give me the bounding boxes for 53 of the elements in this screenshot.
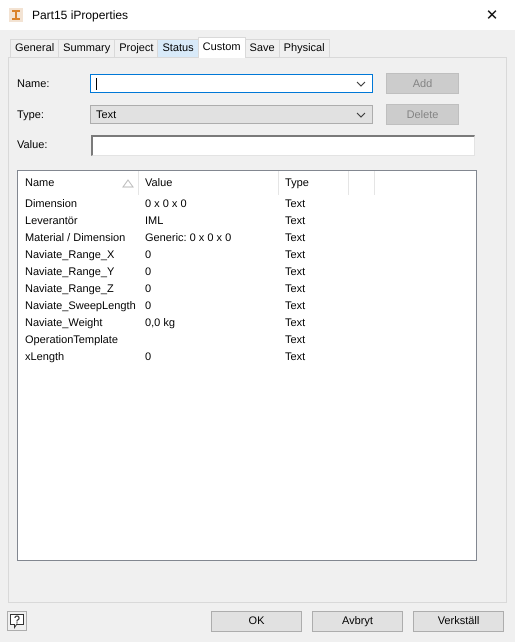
table-cell: 0,0 kg (145, 316, 175, 328)
table-cell: Text (285, 198, 306, 210)
table-cell: Text (285, 266, 306, 278)
name-combo-box[interactable] (90, 74, 373, 93)
table-cell: Text (285, 334, 306, 346)
help-button[interactable] (7, 611, 27, 631)
table-cell: OperationTemplate (25, 334, 118, 346)
table-cell: Naviate_Range_X (25, 248, 114, 260)
table-cell: Naviate_Weight (25, 316, 102, 328)
table-cell: Text (285, 300, 306, 312)
tab[interactable]: General (10, 39, 60, 57)
dialog-button[interactable]: Verkställ (413, 610, 504, 632)
column-header[interactable]: Value (139, 171, 279, 195)
table-cell: IML (145, 214, 164, 226)
type-dropdown[interactable]: Text (90, 105, 373, 124)
table-cell: Text (285, 214, 306, 226)
value-field[interactable] (91, 134, 475, 156)
table-cell: 0 (145, 300, 152, 312)
text-cursor (96, 78, 97, 90)
chevron-down-icon (356, 112, 366, 118)
chevron-down-icon (356, 80, 366, 86)
field-label: Name: (17, 78, 50, 90)
table-cell: 0 x 0 x 0 (145, 198, 187, 210)
field-label: Value: (17, 139, 48, 151)
table-cell: Generic: 0 x 0 x 0 (145, 232, 232, 244)
tab[interactable]: Status (157, 39, 199, 57)
tab[interactable]: Custom (198, 37, 246, 58)
table-cell: Text (285, 350, 306, 362)
help-icon (9, 613, 25, 629)
table-cell: Material / Dimension (25, 232, 126, 244)
table-cell: Naviate_SweepLength (25, 300, 136, 312)
column-header[interactable]: Type (279, 171, 349, 195)
table-cell: 0 (145, 248, 152, 260)
tab[interactable]: Physical (278, 39, 330, 57)
table-cell: Naviate_Range_Y (25, 266, 114, 278)
close-button[interactable]: ✕ (469, 0, 515, 30)
table-cell: Text (285, 248, 306, 260)
table-cell: Text (285, 232, 306, 244)
app-icon (8, 7, 24, 23)
table-cell: 0 (145, 266, 152, 278)
table-cell: 0 (145, 282, 152, 294)
table-cell: Naviate_Range_Z (25, 282, 114, 294)
dialog-button[interactable]: Avbryt (312, 610, 403, 632)
table-cell: Dimension (25, 198, 77, 210)
table-cell: xLength (25, 350, 64, 362)
table-cell: Text (285, 316, 306, 328)
table-cell: 0 (145, 350, 152, 362)
table-cell: Text (285, 282, 306, 294)
window-title: Part15 iProperties (32, 8, 130, 22)
field-label: Type: (17, 108, 45, 120)
table-cell: Leverantör (25, 214, 78, 226)
column-header[interactable]: Name (19, 171, 139, 195)
dialog-button[interactable]: OK (211, 610, 302, 632)
